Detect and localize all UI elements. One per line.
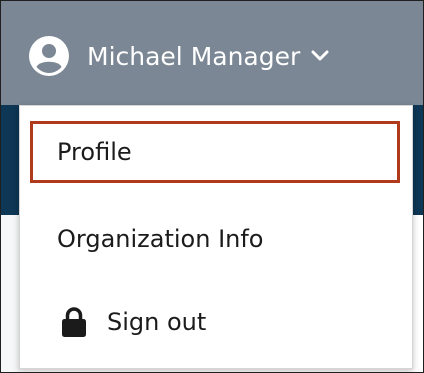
- menu-item-sign-out[interactable]: Sign out: [30, 291, 400, 353]
- page-background: [1, 215, 21, 372]
- menu-item-label: Sign out: [107, 308, 207, 336]
- user-menu-toggle[interactable]: Michael Manager: [29, 31, 330, 81]
- app-frame: Michael Manager Profile Organization Inf…: [0, 0, 424, 373]
- menu-item-label: Organization Info: [57, 225, 264, 253]
- menu-item-profile[interactable]: Profile: [30, 121, 400, 183]
- user-name: Michael Manager: [87, 41, 301, 71]
- user-dropdown-menu: Profile Organization Info Sign out: [19, 105, 413, 369]
- menu-item-label: Profile: [57, 138, 132, 166]
- user-circle-icon: [29, 36, 69, 76]
- top-header: Michael Manager: [1, 1, 423, 105]
- menu-item-organization-info[interactable]: Organization Info: [30, 208, 400, 270]
- chevron-down-icon: [311, 50, 329, 61]
- lock-icon: [62, 307, 86, 337]
